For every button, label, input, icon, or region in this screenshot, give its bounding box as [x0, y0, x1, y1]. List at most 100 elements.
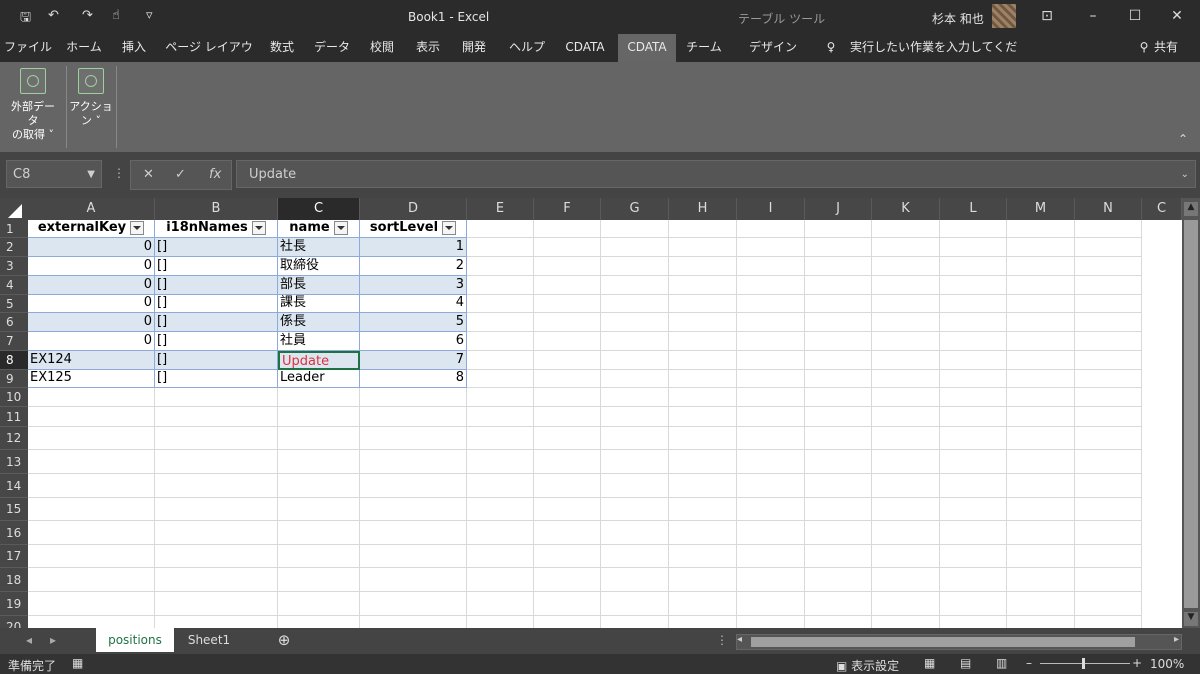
cell[interactable]: [1075, 388, 1142, 407]
cell[interactable]: [467, 388, 534, 407]
cell[interactable]: [601, 427, 669, 450]
cell[interactable]: [360, 474, 467, 498]
cell[interactable]: [805, 388, 872, 407]
table-cell[interactable]: []: [155, 351, 278, 370]
cell[interactable]: [601, 521, 669, 545]
cell[interactable]: [278, 498, 360, 521]
row-header-6[interactable]: 6: [0, 313, 28, 332]
cell[interactable]: [940, 276, 1007, 295]
cell[interactable]: [940, 498, 1007, 521]
cell[interactable]: [534, 474, 601, 498]
table-header-i18nnames[interactable]: i18nNames: [155, 220, 278, 238]
row-header-13[interactable]: 13: [0, 450, 28, 474]
cell[interactable]: [872, 351, 940, 370]
cell[interactable]: [534, 545, 601, 568]
cell[interactable]: [467, 313, 534, 332]
row-header-10[interactable]: 10: [0, 388, 28, 407]
cell[interactable]: [872, 616, 940, 628]
cell[interactable]: [601, 276, 669, 295]
table-cell[interactable]: EX124: [28, 351, 155, 370]
cell[interactable]: [737, 313, 805, 332]
row-header-4[interactable]: 4: [0, 276, 28, 295]
column-header-b[interactable]: B: [155, 198, 278, 220]
tab-data[interactable]: データ: [308, 34, 356, 62]
cell[interactable]: [534, 332, 601, 351]
table-cell[interactable]: 0: [28, 332, 155, 351]
cell[interactable]: [872, 295, 940, 313]
formula-input[interactable]: Update ⌄: [236, 160, 1196, 188]
cell[interactable]: [534, 388, 601, 407]
table-cell[interactable]: EX125: [28, 370, 155, 388]
cell[interactable]: [805, 332, 872, 351]
cell[interactable]: [1075, 568, 1142, 592]
cell[interactable]: [601, 568, 669, 592]
cell[interactable]: [940, 592, 1007, 616]
cell[interactable]: [1075, 407, 1142, 427]
cell[interactable]: [278, 568, 360, 592]
cell[interactable]: [805, 407, 872, 427]
next-sheet-icon[interactable]: ▸: [50, 633, 56, 647]
cell[interactable]: [1075, 332, 1142, 351]
cell[interactable]: [805, 313, 872, 332]
cell[interactable]: [737, 388, 805, 407]
row-header-19[interactable]: 19: [0, 592, 28, 616]
cell[interactable]: [601, 257, 669, 276]
cell[interactable]: [669, 313, 737, 332]
cell[interactable]: [805, 276, 872, 295]
table-cell[interactable]: 取締役: [278, 257, 360, 276]
cell[interactable]: [360, 450, 467, 474]
splitter-icon[interactable]: ⋮: [716, 633, 728, 647]
cell[interactable]: [1075, 276, 1142, 295]
cell[interactable]: [155, 545, 278, 568]
cell[interactable]: [872, 521, 940, 545]
table-cell[interactable]: Leader: [278, 370, 360, 388]
worksheet-grid[interactable]: ABCDEFGHIJKLMNC 1 2 3 4 5 6 7 8 9 10 11 12 13 14 15 16 1…: [0, 198, 1200, 628]
h-scroll-thumb[interactable]: [751, 637, 1135, 647]
avatar[interactable]: [992, 4, 1016, 28]
cell[interactable]: [278, 427, 360, 450]
cell[interactable]: [534, 498, 601, 521]
cell[interactable]: [534, 450, 601, 474]
row-header-5[interactable]: 5: [0, 295, 28, 313]
cell[interactable]: [737, 498, 805, 521]
cell[interactable]: [534, 616, 601, 628]
cell[interactable]: [278, 407, 360, 427]
cell[interactable]: [1075, 545, 1142, 568]
table-header-sortlevel[interactable]: sortLevel: [360, 220, 467, 238]
cell[interactable]: [155, 388, 278, 407]
zoom-in-icon[interactable]: +: [1132, 656, 1142, 670]
zoom-level[interactable]: 100%: [1150, 657, 1184, 671]
tab-cdata-2[interactable]: CDATA: [618, 34, 676, 62]
scroll-thumb[interactable]: [1184, 220, 1198, 608]
cell[interactable]: [1007, 276, 1075, 295]
cell[interactable]: [872, 592, 940, 616]
cell[interactable]: [872, 427, 940, 450]
cell[interactable]: [1075, 450, 1142, 474]
cell[interactable]: [601, 407, 669, 427]
cell[interactable]: [805, 427, 872, 450]
cell[interactable]: [601, 388, 669, 407]
cell[interactable]: [467, 351, 534, 370]
touch-mode-icon[interactable]: ☝: [112, 8, 120, 23]
cell[interactable]: [872, 370, 940, 388]
cell[interactable]: [1007, 220, 1075, 238]
cell[interactable]: [360, 388, 467, 407]
cell[interactable]: [669, 474, 737, 498]
table-cell[interactable]: 1: [360, 238, 467, 257]
cell[interactable]: [737, 450, 805, 474]
share-button[interactable]: 共有: [1152, 34, 1180, 62]
sheet-tab-positions[interactable]: positions: [96, 628, 174, 652]
undo-icon[interactable]: ↶: [48, 8, 59, 23]
cell[interactable]: [467, 427, 534, 450]
cell[interactable]: [1007, 295, 1075, 313]
cell[interactable]: [360, 407, 467, 427]
cell[interactable]: [360, 521, 467, 545]
cell[interactable]: [805, 616, 872, 628]
cell[interactable]: [872, 545, 940, 568]
cell[interactable]: [872, 568, 940, 592]
select-all-corner[interactable]: [0, 198, 28, 220]
cell[interactable]: [940, 545, 1007, 568]
prev-sheet-icon[interactable]: ◂: [26, 633, 32, 647]
cell[interactable]: [737, 521, 805, 545]
column-header-n[interactable]: N: [1075, 198, 1142, 220]
